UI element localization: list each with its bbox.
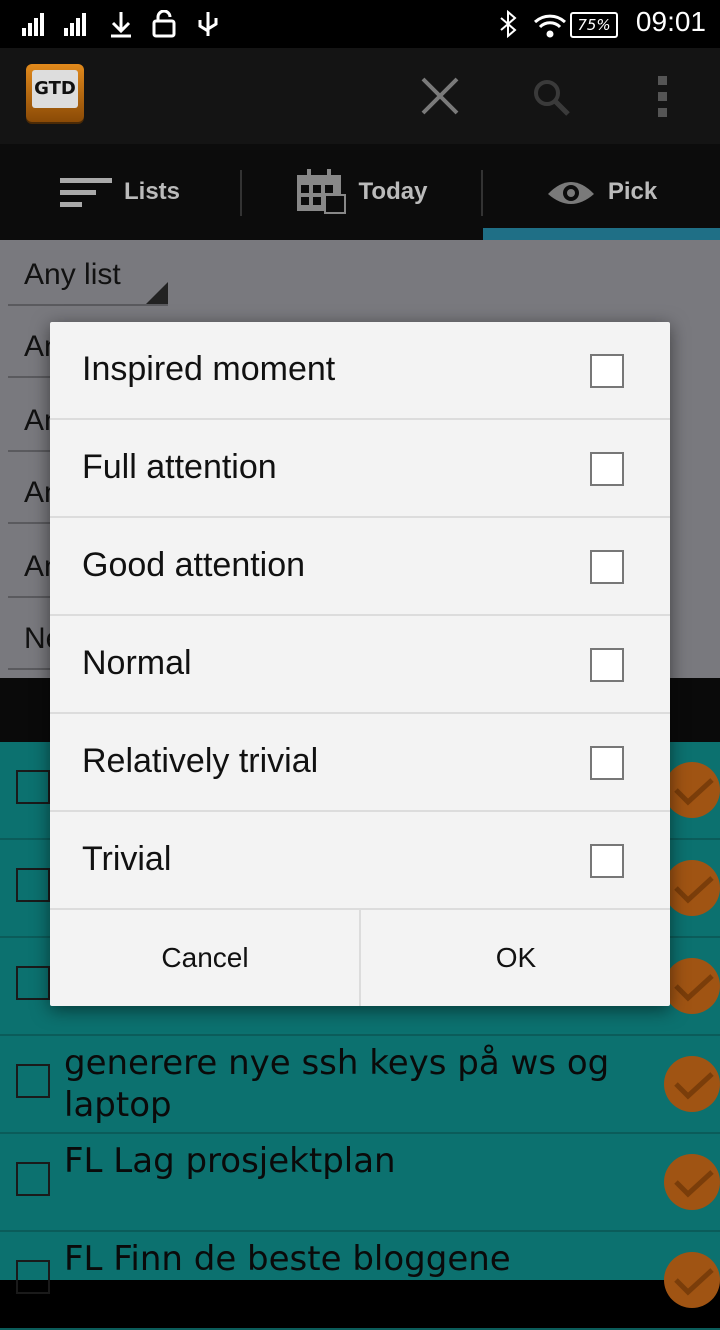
dropdown-indicator-icon [146, 282, 168, 304]
signal-icon [22, 13, 86, 36]
tab-bar: Lists Today Pick [0, 144, 720, 240]
clock: 09:01 [635, 6, 706, 37]
tab-today[interactable]: Today [242, 144, 482, 240]
task-text: FL Finn de beste bloggene [64, 1239, 511, 1279]
usb-icon [198, 12, 218, 36]
download-icon [111, 12, 131, 38]
complete-check-icon[interactable] [664, 762, 720, 818]
app-logo-text: GTD [32, 70, 78, 108]
energy-filter-dialog: Inspired moment Full attention Good atte… [50, 322, 670, 1006]
tab-today-label: Today [358, 178, 428, 205]
selected-tab-indicator [483, 228, 720, 240]
option-checkbox[interactable] [590, 844, 624, 878]
tab-lists-label: Lists [123, 178, 180, 205]
task-checkbox[interactable] [16, 1162, 50, 1196]
filter-spinner[interactable]: An [8, 322, 52, 378]
overflow-menu-icon[interactable] [656, 74, 670, 120]
task-row[interactable]: FL Lag prosjektplan [0, 1134, 720, 1232]
connectivity-icons [500, 10, 567, 39]
filter-value: Ne [24, 622, 52, 655]
option-inspired-moment[interactable]: Inspired moment [50, 322, 670, 420]
cancel-button[interactable]: Cancel [50, 910, 360, 1006]
option-label: Inspired moment [82, 350, 336, 388]
option-checkbox[interactable] [590, 452, 624, 486]
lock-icon [152, 10, 176, 38]
complete-check-icon[interactable] [664, 1252, 720, 1308]
wifi-icon [533, 14, 567, 38]
list-filter-spinner[interactable]: Any list [8, 250, 168, 306]
task-checkbox[interactable] [16, 1260, 50, 1294]
filter-spinner[interactable]: Ne [8, 614, 52, 670]
action-bar: GTD [0, 48, 720, 144]
option-label: Relatively trivial [82, 742, 319, 780]
bluetooth-icon [500, 10, 517, 39]
complete-check-icon[interactable] [664, 860, 720, 916]
task-row[interactable]: generere nye ssh keys på ws og laptop [0, 1036, 720, 1134]
filter-value: An [24, 550, 52, 583]
task-text: generere nye ssh keys på ws og laptop [64, 1043, 610, 1125]
option-checkbox[interactable] [590, 550, 624, 584]
option-checkbox[interactable] [590, 746, 624, 780]
task-checkbox[interactable] [16, 1064, 50, 1098]
ok-button[interactable]: OK [361, 910, 671, 1006]
filter-value: An [24, 330, 52, 363]
status-bar: 75% 09:01 [0, 0, 720, 48]
filter-value: Any list [24, 258, 121, 291]
option-trivial[interactable]: Trivial [50, 812, 670, 910]
task-text: FL Lag prosjektplan [64, 1141, 396, 1181]
option-label: Good attention [82, 546, 306, 584]
filter-spinner[interactable]: An [8, 468, 52, 524]
app-logo[interactable]: GTD [26, 64, 84, 122]
battery-indicator: 75% [570, 12, 618, 38]
filter-spinner[interactable]: An [8, 396, 52, 452]
eye-icon [547, 182, 594, 204]
tab-pick-label: Pick [607, 178, 658, 205]
filter-spinner[interactable]: An [8, 542, 52, 598]
calendar-icon [296, 169, 346, 214]
status-icons [22, 10, 218, 38]
option-relatively-trivial[interactable]: Relatively trivial [50, 714, 670, 812]
option-label: Trivial [82, 840, 172, 878]
option-label: Full attention [82, 448, 277, 486]
complete-check-icon[interactable] [664, 1154, 720, 1210]
option-full-attention[interactable]: Full attention [50, 420, 670, 518]
option-checkbox[interactable] [590, 354, 624, 388]
tab-pick[interactable]: Pick [483, 144, 720, 240]
complete-check-icon[interactable] [664, 958, 720, 1014]
tab-lists[interactable]: Lists [0, 144, 240, 240]
close-icon[interactable] [420, 76, 460, 116]
option-checkbox[interactable] [590, 648, 624, 682]
search-icon[interactable] [532, 78, 572, 118]
complete-check-icon[interactable] [664, 1056, 720, 1112]
task-checkbox[interactable] [16, 770, 50, 804]
task-checkbox[interactable] [16, 966, 50, 1000]
lists-icon [59, 178, 112, 207]
option-good-attention[interactable]: Good attention [50, 518, 670, 616]
filter-value: An [24, 404, 52, 437]
filter-value: An [24, 476, 52, 509]
option-label: Normal [82, 644, 192, 682]
task-checkbox[interactable] [16, 868, 50, 902]
task-row[interactable]: FL Finn de beste bloggene [0, 1232, 720, 1330]
option-normal[interactable]: Normal [50, 616, 670, 714]
